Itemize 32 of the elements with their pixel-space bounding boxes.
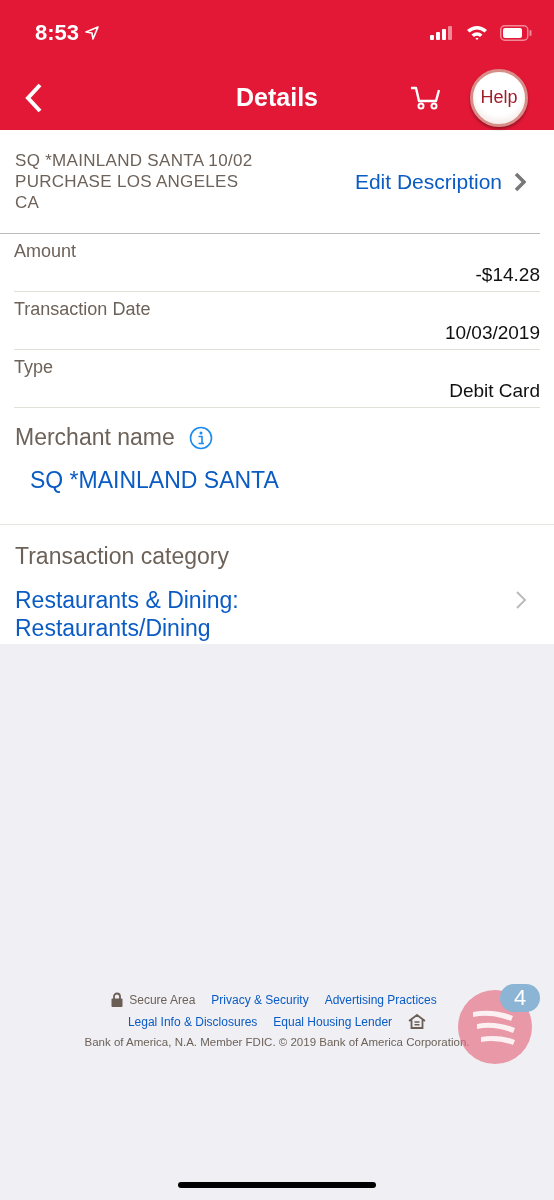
transaction-category-label: Transaction category xyxy=(15,543,229,570)
footer-link[interactable]: Legal Info & Disclosures xyxy=(127,1014,258,1029)
info-icon[interactable] xyxy=(188,425,213,450)
field-value: 10/03/2019 xyxy=(444,321,540,345)
edit-description-link[interactable]: Edit Description xyxy=(354,169,502,194)
merchant-name-label: Merchant name xyxy=(15,424,175,451)
lock-icon xyxy=(111,992,124,1007)
field-value: Debit Card xyxy=(449,379,540,403)
cart-icon[interactable] xyxy=(410,84,440,111)
transaction-description: SQ *MAINLAND SANTA 10/02 PURCHASE LOS ANGELES CA xyxy=(15,150,254,213)
field-value: -$14.28 xyxy=(475,263,540,287)
screen-title: Details xyxy=(236,83,318,112)
location-arrow-icon xyxy=(85,25,100,40)
field-label: Amount xyxy=(14,240,77,262)
category-link[interactable]: Restaurants & Dining: Restaurants/Dining xyxy=(15,586,515,642)
status-time: 8:53 xyxy=(35,19,80,46)
house-icon xyxy=(408,1014,427,1029)
signal-icon xyxy=(430,25,454,40)
chevron-right-icon xyxy=(515,590,527,610)
secure-area-label: Secure Area xyxy=(129,992,196,1007)
copyright-text: Bank of America, N.A. Member FDIC. © 2019 Bank of America Corporation. xyxy=(84,1036,470,1048)
chevron-right-icon xyxy=(514,171,526,192)
merchant-name-value[interactable]: SQ *MAINLAND SANTA xyxy=(30,467,279,494)
field-label: Type xyxy=(14,356,54,378)
wifi-icon xyxy=(466,24,488,41)
footer-link[interactable]: Equal Housing Lender xyxy=(273,1014,393,1029)
footer-link[interactable]: Privacy & Security xyxy=(211,992,309,1007)
battery-icon xyxy=(500,24,532,41)
field-label: Transaction Date xyxy=(14,298,151,320)
footer-link[interactable]: Advertising Practices xyxy=(324,992,437,1007)
notification-badge: 4 xyxy=(500,984,540,1012)
help-button[interactable]: Help xyxy=(470,68,528,127)
